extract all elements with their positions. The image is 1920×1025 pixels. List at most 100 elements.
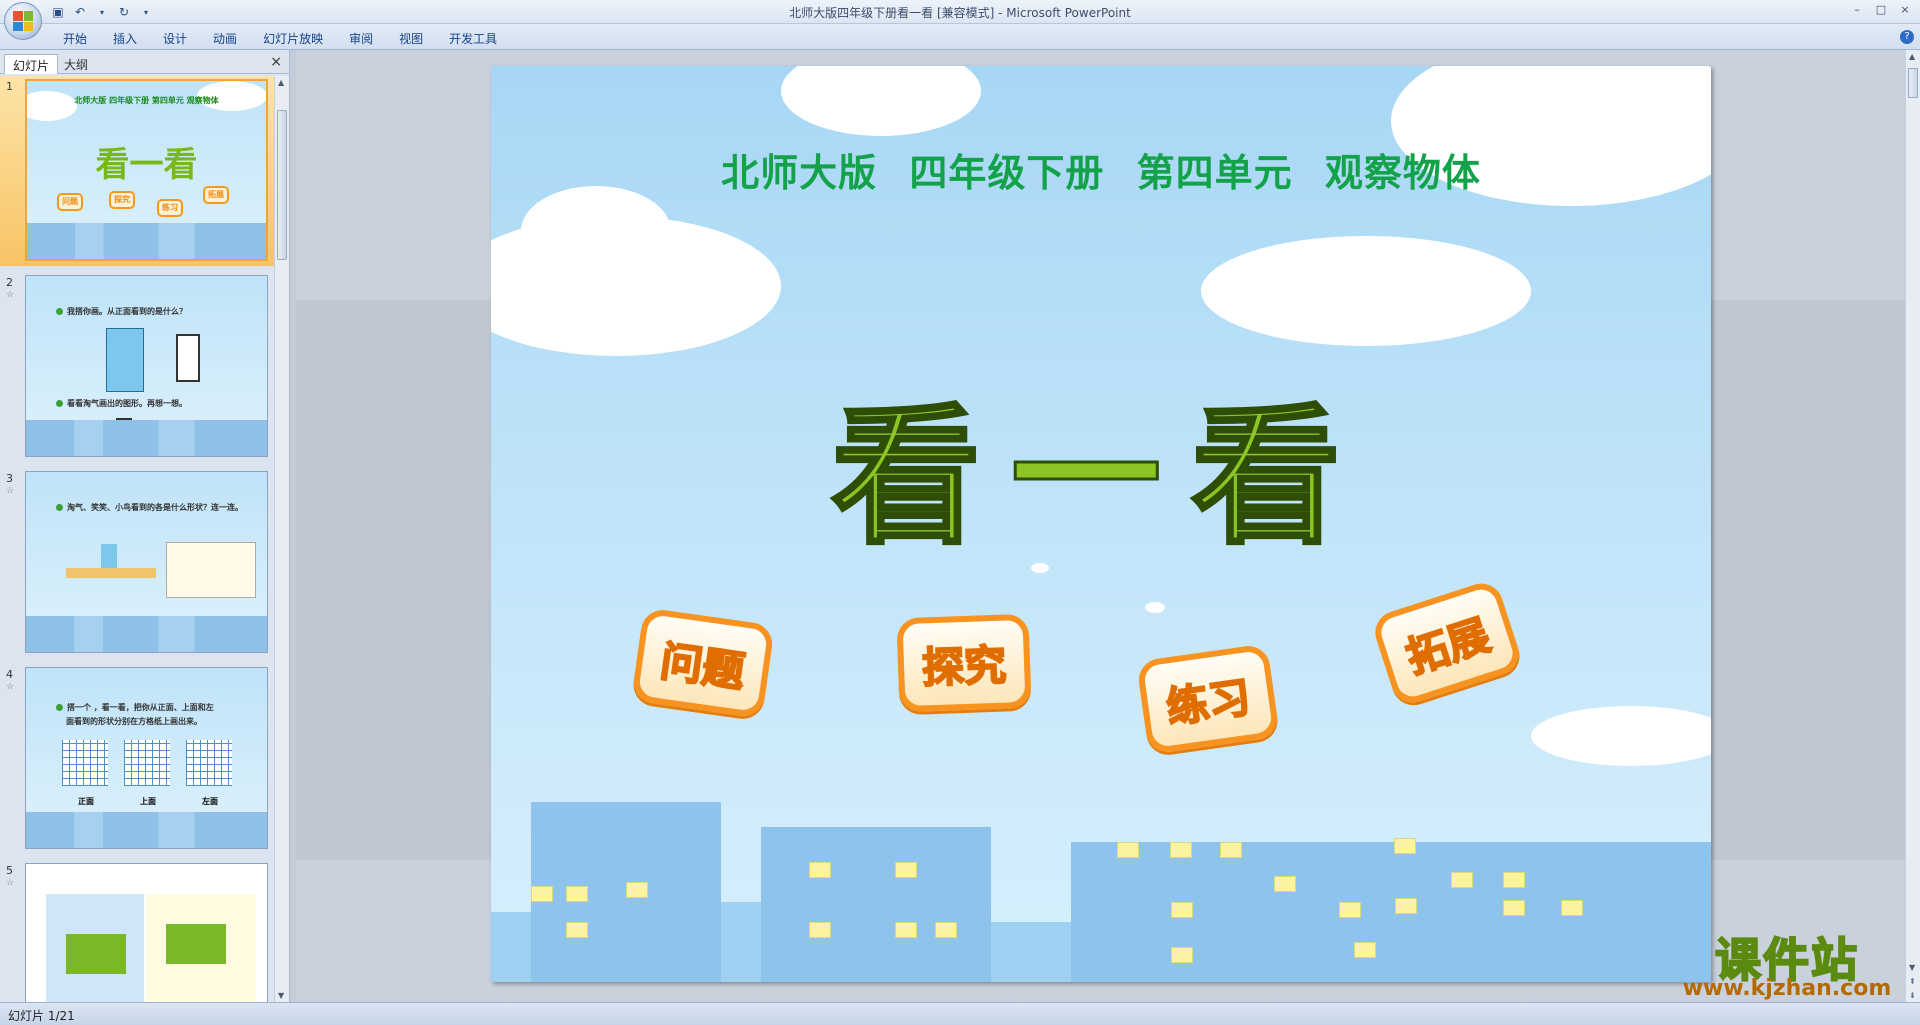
window-title: 北师大版四年级下册看一看 [兼容模式] - Microsoft PowerPoi… (789, 6, 1131, 20)
scroll-up-icon[interactable]: ▲ (1909, 52, 1915, 61)
city-skyline (491, 782, 1711, 982)
tab-review[interactable]: 审阅 (336, 28, 386, 49)
animation-star-icon: ☆ (6, 878, 15, 888)
window-shape (935, 922, 957, 938)
thumb-header: 北师大版 四年级下册 第四单元 观察物体 (74, 96, 219, 105)
slide-number: 3 (6, 472, 13, 485)
thumbnail-image: 搭一个 ，看一看，把你从正面、上面和左 面看到的形状分别在方格纸上画出来。 正面… (25, 667, 268, 849)
city-silhouette (27, 223, 266, 259)
slide-thumbnail-5[interactable]: 5 ☆ (0, 860, 275, 1002)
grid-paper (186, 740, 232, 786)
building-shape (1071, 842, 1711, 982)
watermark-logo: 课件站 www.kjzhan.com (1672, 924, 1902, 1002)
scroll-down-icon[interactable]: ▼ (1909, 963, 1915, 972)
ribbon: 开始 插入 设计 动画 幻灯片放映 审阅 视图 开发工具 ? (0, 24, 1920, 50)
window-shape (895, 922, 917, 938)
window-shape (809, 862, 831, 878)
tab-home[interactable]: 开始 (50, 28, 100, 49)
slide-number: 4 (6, 668, 13, 681)
tab-developer[interactable]: 开发工具 (436, 28, 510, 49)
title-bar: ▣ ↶ ▾ ↻ ▾ 北师大版四年级下册看一看 [兼容模式] - Microsof… (0, 0, 1920, 40)
grid-label: 左面 (202, 797, 218, 806)
city-silhouette (26, 420, 267, 456)
grid-label: 上面 (140, 797, 156, 806)
close-button[interactable]: × (1894, 2, 1916, 18)
tab-animations[interactable]: 动画 (200, 28, 250, 49)
animation-star-icon: ☆ (6, 486, 15, 496)
grid-label: 正面 (78, 797, 94, 806)
thumb-text: 面看到的形状分别在方格纸上画出来。 (66, 717, 202, 726)
main-scrollbar[interactable]: ▲ ▼ ⇞ ⇟ (1905, 50, 1920, 1002)
help-icon[interactable]: ? (1900, 30, 1914, 44)
tab-insert[interactable]: 插入 (100, 28, 150, 49)
tab-view[interactable]: 视图 (386, 28, 436, 49)
thumb-text: 淘气、笑笑、小鸟看到的各是什么形状？连一连。 (56, 502, 243, 513)
ribbon-tabs: 开始 插入 设计 动画 幻灯片放映 审阅 视图 开发工具 (50, 28, 510, 49)
tab-slides[interactable]: 幻灯片 (4, 54, 59, 74)
city-silhouette (26, 812, 267, 848)
building-shape (721, 902, 761, 982)
thumb-text: 搭一个 ，看一看，把你从正面、上面和左 (56, 702, 214, 713)
thumb-badge: 问题 (57, 193, 83, 211)
extend-button[interactable]: 拓展 (1369, 577, 1525, 709)
building-shape (761, 827, 991, 982)
tab-outline[interactable]: 大纲 (56, 54, 96, 74)
office-button[interactable] (4, 2, 42, 40)
window-shape (1117, 842, 1139, 858)
practice-button[interactable]: 练习 (1136, 643, 1280, 755)
question-button[interactable]: 问题 (631, 607, 775, 719)
thumbnail-image (25, 863, 268, 1002)
window-shape (809, 922, 831, 938)
grid-paper (124, 740, 170, 786)
explore-button[interactable]: 探究 (896, 613, 1032, 713)
slide-number: 5 (6, 864, 13, 877)
slide-thumbnail-2[interactable]: 2 ☆ 我搭你画。从正面看到的是什么？ 看看淘气画出的图形。再想一想。 (0, 272, 275, 462)
minimize-button[interactable]: – (1846, 2, 1868, 18)
cloud-shape (781, 66, 981, 136)
slide-thumbnail-1[interactable]: 1 北师大版 四年级下册 第四单元 观察物体 看一看 问题 探究 练习 拓展 (0, 76, 275, 266)
tab-slide-show[interactable]: 幻灯片放映 (250, 28, 336, 49)
window-shape (1339, 902, 1361, 918)
scroll-thumb[interactable] (1908, 68, 1918, 98)
building-shape (991, 922, 1071, 982)
previous-slide-icon[interactable]: ⇞ (1909, 977, 1916, 986)
watermark-url: www.kjzhan.com (1682, 976, 1892, 1001)
table-shape (66, 568, 156, 578)
picture-box (166, 542, 256, 598)
cloud-shape (1201, 236, 1531, 346)
window-shape (1170, 842, 1192, 858)
window-shape (1394, 838, 1416, 854)
slides-panel: 幻灯片 大纲 × 1 北师大版 四年级下册 第四单元 观察物体 看一看 问题 探… (0, 50, 290, 1002)
status-bar: 幻灯片 1/21 (0, 1002, 1920, 1025)
maximize-button[interactable]: □ (1870, 2, 1892, 18)
window-shape (1561, 900, 1583, 916)
slide-canvas[interactable]: 北师大版 四年级下册 第四单元 观察物体 看一看 问题 探究 练习 拓展 (491, 66, 1711, 982)
panel-scrollbar[interactable]: ▲ ▼ (274, 76, 289, 1002)
slide-thumbnail-3[interactable]: 3 ☆ 淘气、笑笑、小鸟看到的各是什么形状？连一连。 (0, 468, 275, 658)
tab-design[interactable]: 设计 (150, 28, 200, 49)
window-shape (1395, 898, 1417, 914)
city-silhouette (26, 616, 267, 652)
cloud-shape (1531, 706, 1711, 766)
window-shape (566, 922, 588, 938)
next-slide-icon[interactable]: ⇟ (1909, 991, 1916, 1000)
scroll-down-icon[interactable]: ▼ (278, 991, 284, 1000)
window-shape (531, 886, 553, 902)
window-controls: – □ × (1846, 2, 1916, 18)
scroll-up-icon[interactable]: ▲ (278, 78, 284, 87)
animation-star-icon: ☆ (6, 682, 15, 692)
window-shape (1503, 872, 1525, 888)
close-icon[interactable]: × (270, 54, 282, 70)
window-shape (1220, 842, 1242, 858)
scroll-thumb[interactable] (277, 110, 287, 260)
thumbnail-image: 淘气、笑笑、小鸟看到的各是什么形状？连一连。 (25, 471, 268, 653)
window-shape (1503, 900, 1525, 916)
slide-thumbnail-4[interactable]: 4 ☆ 搭一个 ，看一看，把你从正面、上面和左 面看到的形状分别在方格纸上画出来… (0, 664, 275, 854)
thumb-text: 看看淘气画出的图形。再想一想。 (56, 398, 187, 409)
front-view-shape (176, 334, 200, 382)
window-shape (1274, 876, 1296, 892)
window-shape (1171, 902, 1193, 918)
slide-number: 2 (6, 276, 13, 289)
thumb-text: 我搭你画。从正面看到的是什么？ (56, 306, 187, 317)
thumb-badge: 拓展 (203, 186, 229, 204)
